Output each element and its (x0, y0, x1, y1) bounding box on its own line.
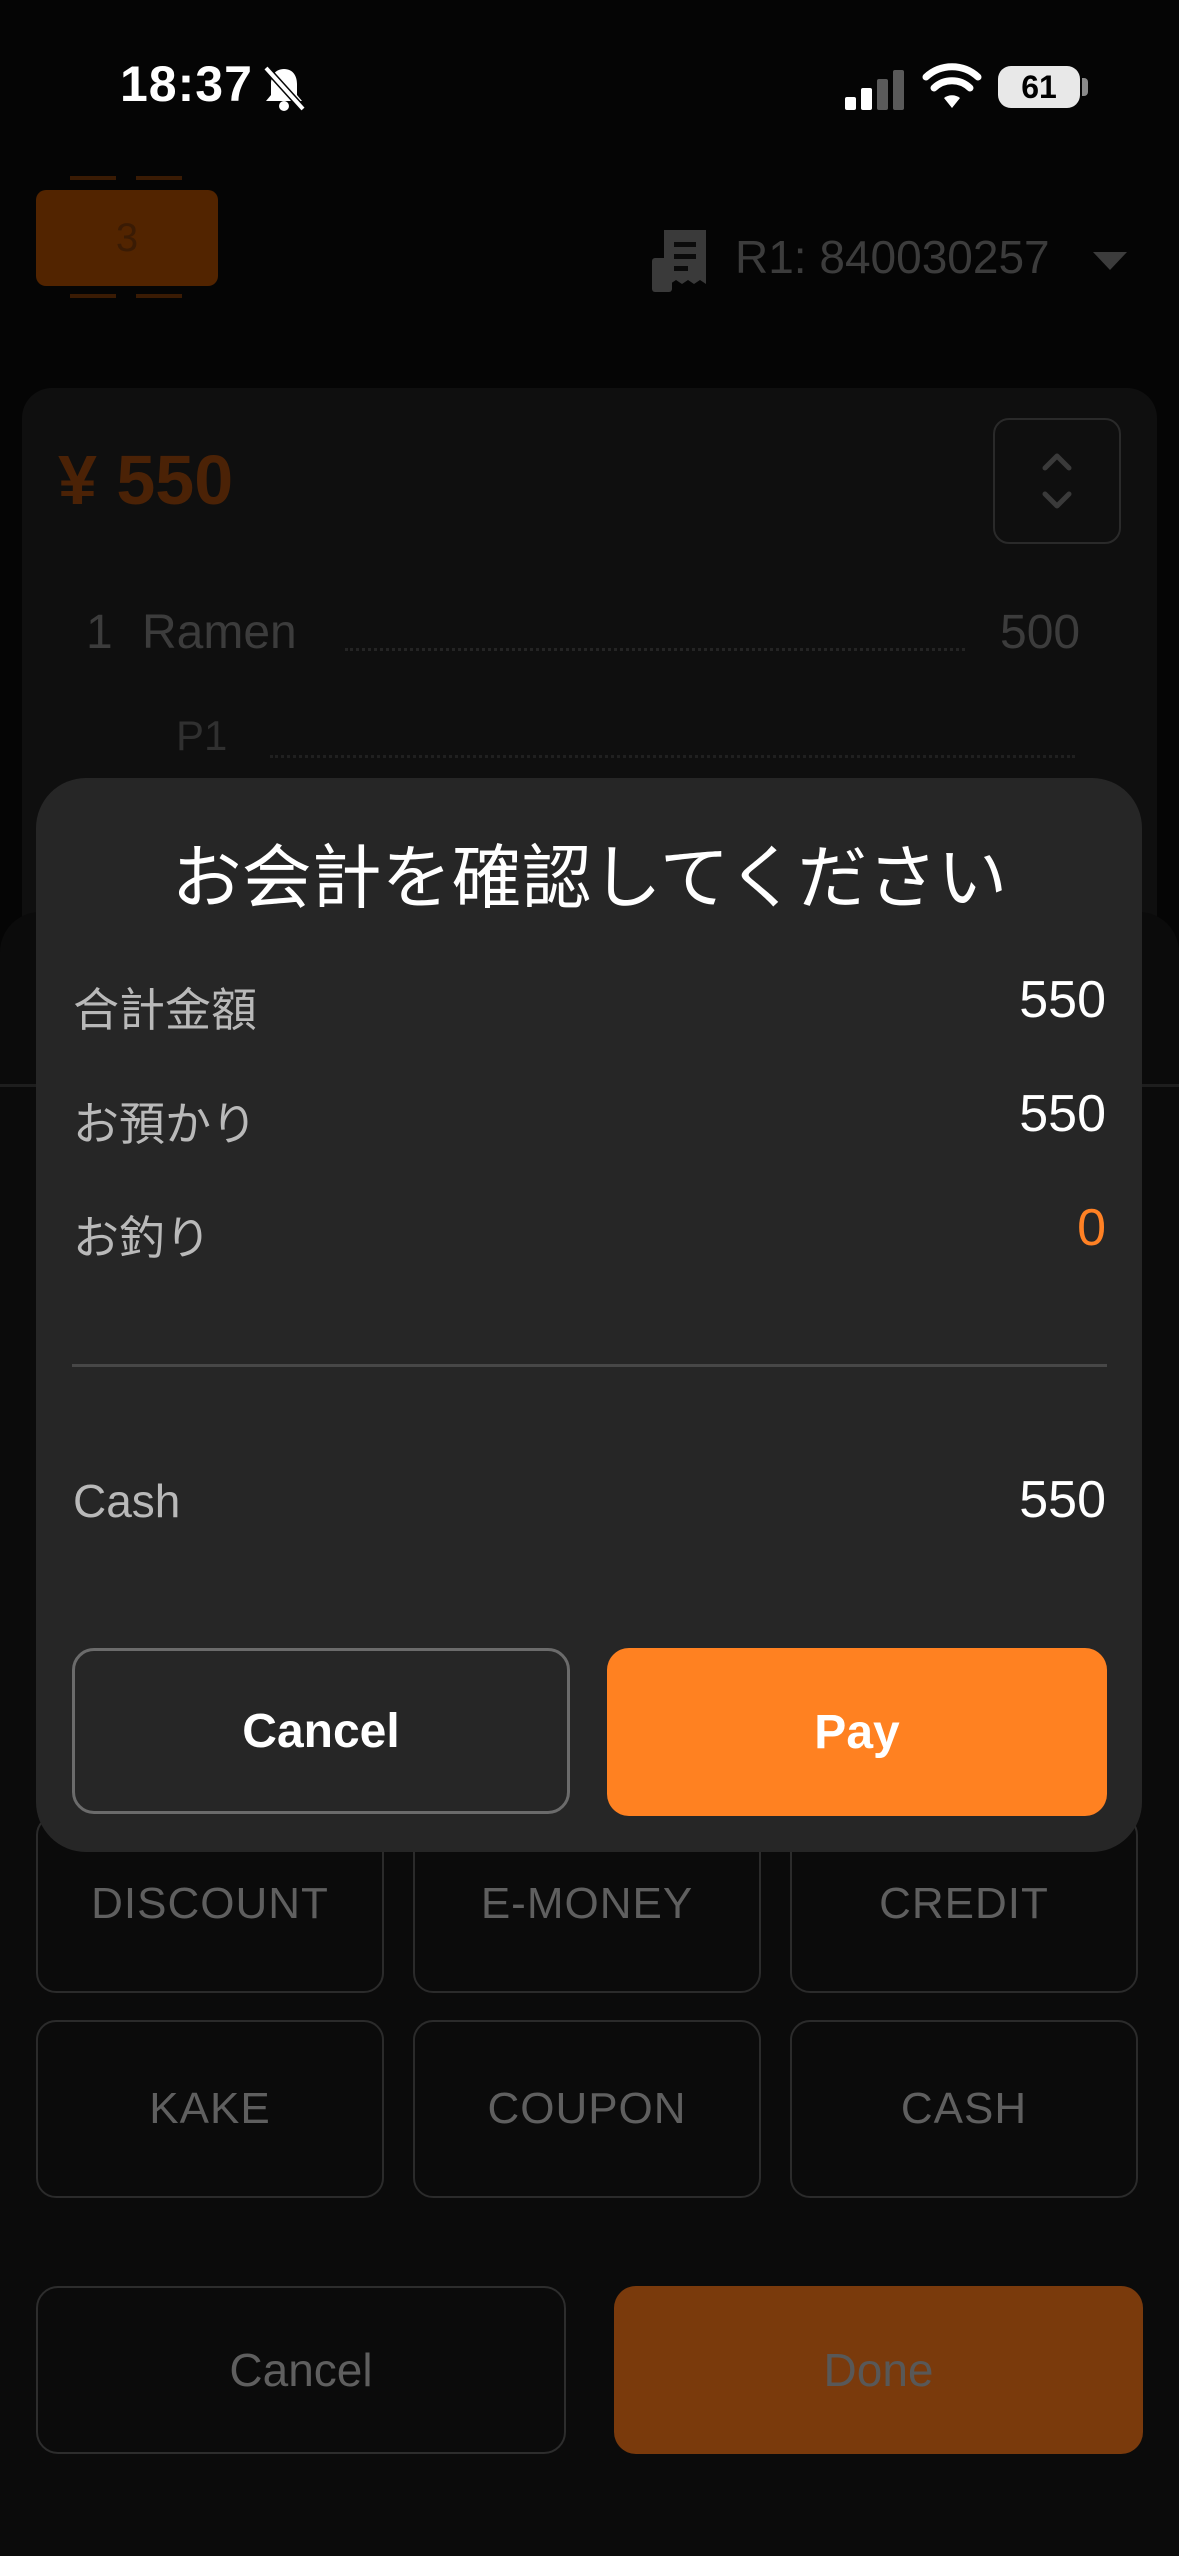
pay-button[interactable]: Pay (607, 1648, 1107, 1816)
dialog-title: お会計を確認してください (171, 839, 1008, 917)
total-amount-value: 550 (1019, 971, 1106, 1029)
item-name: Ramen (142, 606, 297, 659)
item-sub-label: P1 (176, 712, 228, 759)
item-quantity: 1 (86, 606, 113, 659)
order-number-badge[interactable]: 3 (36, 190, 218, 286)
change-label: お釣り (73, 1212, 211, 1264)
coupon-button[interactable]: COUPON (413, 2020, 761, 2198)
total-amount-label: 合計金額 (73, 984, 257, 1036)
item-price: 500 (1000, 606, 1081, 659)
cancel-button[interactable]: Cancel (36, 2286, 566, 2454)
status-time: 18:37 (120, 56, 253, 112)
bell-muted-icon (263, 65, 306, 112)
badge-dash (136, 294, 182, 298)
chevron-down-icon[interactable] (1093, 252, 1127, 270)
badge-dash (70, 294, 116, 298)
payment-method-value: 550 (1019, 1471, 1106, 1529)
wifi-icon (922, 63, 982, 108)
kake-button[interactable]: KAKE (36, 2020, 384, 2198)
row-leader-dots (345, 648, 965, 651)
received-label: お預かり (73, 1098, 257, 1150)
signal-icon (845, 70, 904, 110)
expand-collapse-icon[interactable] (993, 418, 1121, 544)
done-button[interactable]: Done (614, 2286, 1143, 2454)
battery-tip (1082, 78, 1088, 96)
payment-method-label: Cash (73, 1475, 181, 1527)
badge-dash (136, 176, 182, 180)
dialog-divider (72, 1364, 1107, 1367)
register-receipt-label[interactable]: R1: 840030257 (735, 230, 1050, 284)
row-leader-dots (270, 755, 1075, 758)
received-value: 550 (1019, 1085, 1106, 1143)
receipt-icon (652, 230, 706, 292)
cash-button[interactable]: CASH (790, 2020, 1138, 2198)
badge-dash (70, 176, 116, 180)
order-total: ¥ 550 (58, 441, 234, 519)
battery-indicator: 61 (998, 66, 1080, 108)
change-value: 0 (1077, 1199, 1106, 1257)
dialog-cancel-button[interactable]: Cancel (72, 1648, 570, 1814)
